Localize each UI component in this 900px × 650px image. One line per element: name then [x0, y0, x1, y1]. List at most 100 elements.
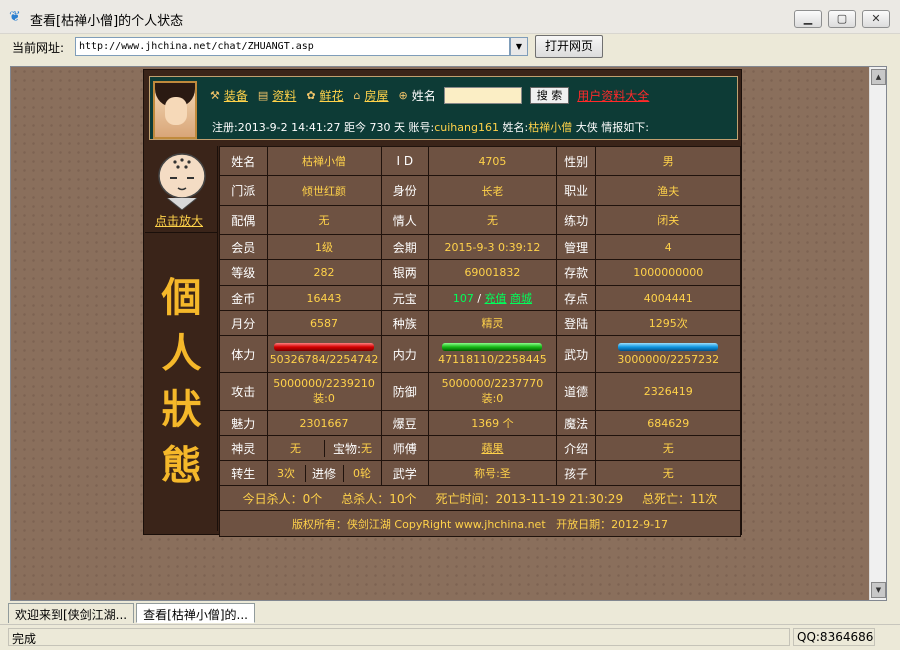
minimize-button[interactable]: ▁ — [794, 10, 822, 28]
value-martial-arts: 3000000/2257232 — [595, 335, 741, 373]
stamina-text: 50326784/2254742 — [269, 352, 379, 366]
name-prefix: 姓名: — [502, 121, 529, 134]
value-stamina: 50326784/2254742 — [266, 335, 382, 373]
value-inner-power: 47118110/2258445 — [428, 335, 557, 373]
tab-profile[interactable]: 查看[枯禅小僧]的... — [136, 603, 255, 623]
table-row: 月分 6587 种族 精灵 登陆 1295次 — [219, 310, 741, 336]
click-enlarge-link[interactable]: 点击放大 — [155, 212, 203, 229]
label-identity: 身份 — [380, 175, 430, 206]
label-membership: 会员 — [219, 234, 268, 260]
value-morality: 2326419 — [595, 372, 741, 411]
tab-welcome[interactable]: 欢迎来到[侠剑江湖... — [8, 603, 135, 623]
table-row: 攻击 5000000/2239210 装:0 防御 5000000/2237770… — [219, 372, 741, 411]
profile-icon: ▤ — [257, 88, 269, 102]
title-bar: ❦ 查看[枯禅小僧]的个人状态 ▁ ▢ ✕ — [0, 0, 900, 34]
label-stamina: 体力 — [219, 335, 268, 373]
label-gender: 性别 — [555, 146, 597, 176]
label-attack: 攻击 — [219, 372, 268, 411]
value-spirit-treasure: 无宝物: 无 — [266, 435, 382, 461]
defense-text: 5000000/2237770 — [441, 377, 544, 390]
name-search-input[interactable] — [443, 86, 522, 104]
value-referrer: 无 — [595, 435, 741, 461]
scroll-up-button[interactable]: ▲ — [871, 69, 886, 85]
value-children: 无 — [595, 460, 741, 486]
label-defense: 防御 — [380, 372, 430, 411]
label-ingot: 元宝 — [380, 285, 430, 311]
value-deposit: 1000000000 — [595, 259, 741, 286]
table-row: 等级 282 银两 69001832 存款 1000000000 — [219, 259, 741, 286]
value-title: 称号:圣 — [428, 460, 557, 486]
attack-text: 5000000/2239210 — [273, 377, 375, 390]
label-magic: 魔法 — [555, 410, 597, 436]
open-page-button[interactable]: 打开网页 — [535, 35, 603, 58]
chevron-down-icon: ▼ — [515, 42, 523, 51]
close-button[interactable]: ✕ — [862, 10, 890, 28]
ingot-amount: 107 — [452, 292, 474, 305]
monk-avatar-icon[interactable] — [153, 152, 211, 210]
label-admin: 管理 — [555, 234, 597, 260]
value-charm: 2301667 — [266, 410, 382, 436]
address-dropdown-button[interactable]: ▼ — [510, 37, 528, 56]
address-input[interactable]: http://www.jhchina.net/chat/ZHUANGT.asp — [75, 37, 510, 56]
nav-equipment-link[interactable]: 装备 — [224, 87, 248, 104]
label-id: I D — [380, 146, 430, 176]
label-inner-power: 内力 — [380, 335, 430, 373]
scroll-down-button[interactable]: ▼ — [871, 582, 886, 598]
value-occupation: 渔夫 — [595, 175, 741, 206]
kill-summary: 今日杀人：0个 总杀人：10个 死亡时间：2013-11-19 21:30:29… — [219, 485, 741, 511]
value-magic: 684629 — [595, 410, 741, 436]
label-silver: 银两 — [380, 259, 430, 286]
label-sect: 门派 — [219, 175, 268, 206]
equipment-icon: ⚒ — [210, 88, 220, 102]
label-training: 练功 — [555, 205, 597, 235]
label-spouse: 配偶 — [219, 205, 268, 235]
inner-power-bar — [442, 342, 543, 351]
user-info-all-link[interactable]: 用户资料大全 — [577, 87, 649, 104]
label-level: 等级 — [219, 259, 268, 286]
search-button[interactable]: 搜 索 — [529, 86, 570, 104]
copyright-text: 版权所有：侠剑江湖 CopyRight www.jhchina.net 开放日期… — [219, 510, 741, 537]
recharge-link[interactable]: 充值 — [485, 292, 507, 305]
mall-link[interactable]: 商城 — [510, 292, 532, 305]
value-defense: 5000000/2237770 装:0 — [428, 372, 557, 411]
value-membership: 1级 — [266, 234, 382, 260]
label-charm: 魅力 — [219, 410, 268, 436]
table-row: 姓名 枯禅小僧 I D 4705 性别 男 — [219, 146, 741, 176]
martial-arts-text: 3000000/2257232 — [617, 352, 720, 366]
value-silver: 69001832 — [428, 259, 557, 286]
ingot-separator: / — [477, 292, 482, 305]
value-gold: 16443 — [266, 285, 382, 311]
title-char: 人 — [161, 329, 202, 377]
master-link[interactable]: 蘋果 — [481, 442, 503, 455]
label-children: 孩子 — [555, 460, 597, 486]
inner-power-text: 47118110/2258445 — [438, 352, 547, 366]
label-lover: 情人 — [380, 205, 430, 235]
vertical-scrollbar[interactable]: ▲ ▼ — [869, 67, 886, 600]
value-sect: 倾世红颜 — [266, 175, 382, 206]
table-row: 版权所有：侠剑江湖 CopyRight www.jhchina.net 开放日期… — [219, 510, 741, 537]
nav-flower-link[interactable]: 鲜花 — [320, 87, 344, 104]
value-rebirth-study: 3次 进修 0轮 — [266, 460, 382, 486]
label-master: 师傅 — [380, 435, 430, 461]
label-martial-study: 武学 — [380, 460, 430, 486]
label-points: 存点 — [555, 285, 597, 311]
nav-house-link[interactable]: 房屋 — [365, 87, 389, 104]
label-gold: 金币 — [219, 285, 268, 311]
label-rebirth: 转生 — [219, 460, 268, 486]
address-bar: 当前网址: http://www.jhchina.net/chat/ZHUANG… — [0, 34, 900, 60]
personal-status-title: 個 人 狀 態 — [145, 232, 218, 530]
attack-equip: 装:0 — [313, 392, 335, 405]
stamina-bar — [274, 342, 375, 351]
defense-equip: 装:0 — [481, 392, 504, 405]
character-name: 枯禅小僧 — [528, 121, 573, 134]
maximize-button[interactable]: ▢ — [828, 10, 856, 28]
value-treasure: 无 — [361, 442, 373, 455]
nav-profile-link[interactable]: 资料 — [272, 87, 296, 104]
table-row: 配偶 无 情人 无 练功 闭关 — [219, 205, 741, 235]
label-spirit: 神灵 — [219, 435, 268, 461]
left-column: 点击放大 個 人 狀 態 — [145, 146, 218, 531]
table-row: 门派 倾世红颜 身份 长老 职业 渔夫 — [219, 175, 741, 206]
table-row: 魅力 2301667 爆豆 1369 个 魔法 684629 — [219, 410, 741, 436]
label-deposit: 存款 — [555, 259, 597, 286]
avatar[interactable] — [153, 81, 197, 139]
